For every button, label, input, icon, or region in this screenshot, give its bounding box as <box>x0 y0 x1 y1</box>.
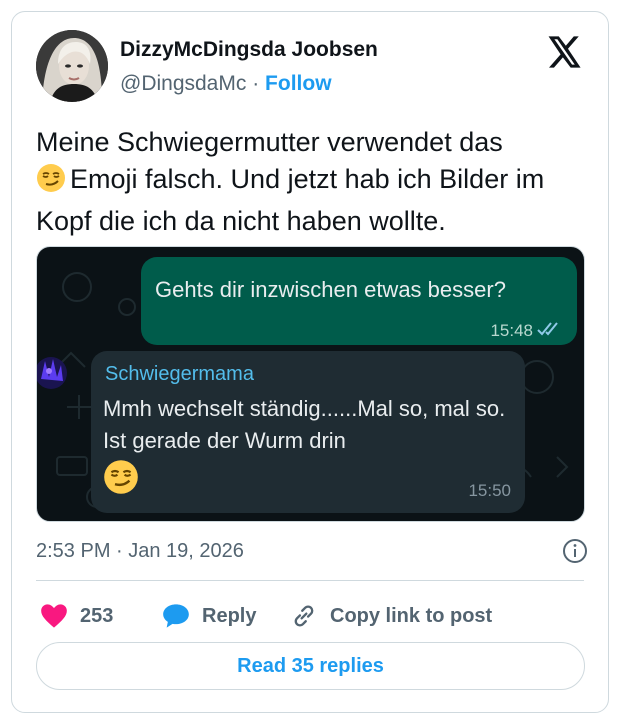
read-replies-button[interactable]: Read 35 replies <box>36 642 585 690</box>
reply-label: Reply <box>202 604 257 627</box>
incoming-sender-name: Schwiegermama <box>105 363 254 385</box>
smirking-face-icon <box>104 460 138 494</box>
outgoing-message-time: 15:48 <box>490 321 533 340</box>
tweet-text-part1: Meine Schwiegermutter verwendet das <box>36 127 503 157</box>
copy-link-label: Copy link to post <box>330 604 493 627</box>
follow-button[interactable]: Follow <box>265 72 332 95</box>
x-logo-icon[interactable] <box>548 36 582 68</box>
outgoing-message-bubble: Gehts dir inzwischen etwas besser? 15:48 <box>141 257 577 345</box>
like-count: 253 <box>80 604 114 627</box>
copy-link-button[interactable]: Copy link to post <box>290 596 492 636</box>
author-display-name[interactable]: DizzyMcDingsda Joobsen <box>120 38 378 62</box>
link-icon <box>294 605 314 627</box>
smirking-face-icon <box>36 163 66 203</box>
action-bar: 253 Reply Copy link to post <box>36 596 576 636</box>
avatar[interactable] <box>36 30 108 102</box>
tweet-timestamp[interactable]: 2:53 PM · Jan 19, 2026 <box>36 540 244 563</box>
double-check-icon <box>537 322 558 336</box>
tweet-text-part2: Emoji falsch. Und jetzt hab ich Bilder i… <box>36 164 545 236</box>
incoming-message-bubble: Schwiegermama Mmh wechselt ständig......… <box>91 351 525 513</box>
incoming-message-text: Mmh wechselt ständig......Mal so, mal so… <box>103 396 506 453</box>
outgoing-message-text: Gehts dir inzwischen etwas besser? <box>155 277 506 302</box>
chat-screenshot-image[interactable]: Gehts dir inzwischen etwas besser? 15:48… <box>36 246 585 522</box>
divider <box>36 580 584 581</box>
incoming-message-time: 15:50 <box>468 481 511 500</box>
tweet-text: Meine Schwiegermutter verwendet das Emoj… <box>36 124 596 240</box>
reply-button[interactable]: Reply <box>162 596 256 636</box>
separator-dot: · <box>252 72 260 95</box>
like-button[interactable]: 253 <box>40 596 113 636</box>
author-handle-line: @DingsdaMc · Follow <box>120 72 332 96</box>
sender-avatar-icon <box>37 357 67 389</box>
tweet-card: DizzyMcDingsda Joobsen @DingsdaMc · Foll… <box>11 11 609 713</box>
reply-bubble-icon <box>163 604 189 628</box>
info-icon[interactable] <box>562 538 588 564</box>
author-handle[interactable]: @DingsdaMc <box>120 72 246 95</box>
heart-icon <box>41 604 67 628</box>
